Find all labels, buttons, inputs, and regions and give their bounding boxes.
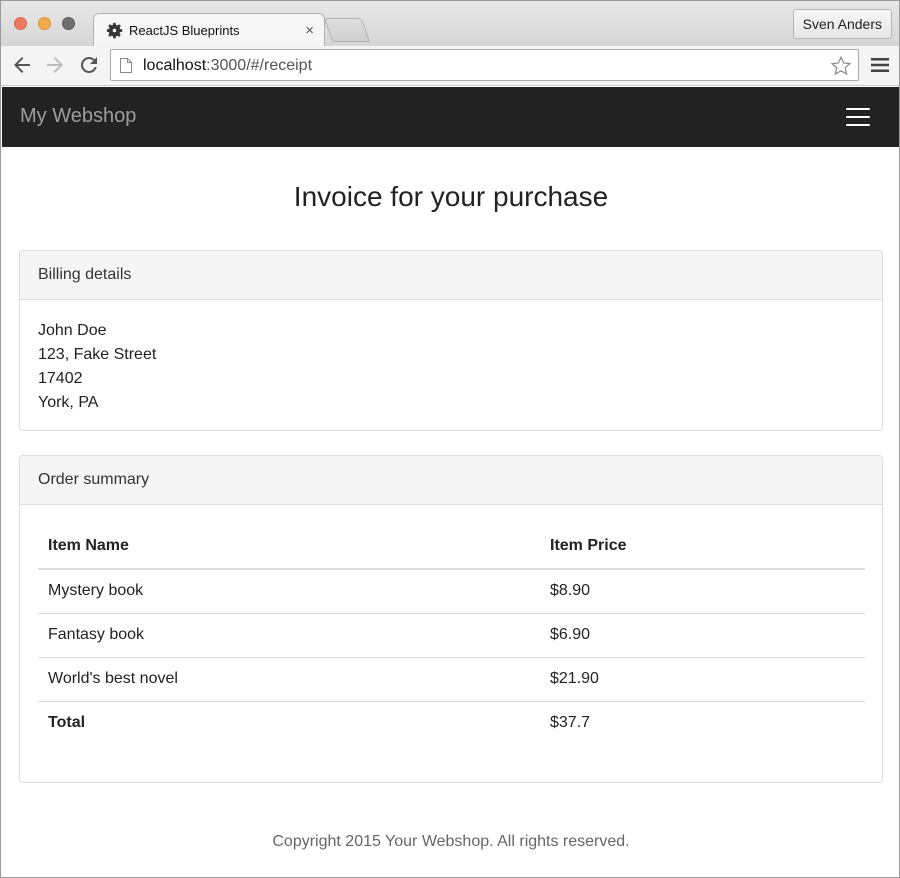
url-host: localhost (143, 57, 207, 74)
order-table: Item Name Item Price Mystery book $8.90 … (38, 524, 865, 745)
billing-street: 123, Fake Street (38, 346, 157, 363)
reload-icon (81, 56, 97, 73)
forward-arrow-icon (47, 57, 63, 73)
back-arrow-icon (14, 57, 30, 73)
forward-button[interactable] (43, 53, 67, 77)
table-header-row: Item Name Item Price (38, 524, 865, 570)
menu-icon[interactable] (870, 56, 890, 74)
page-footer: Copyright 2015 Your Webshop. All rights … (272, 833, 630, 850)
browser-tab[interactable]: ReactJS Blueprints × (93, 13, 325, 47)
zoom-window-button[interactable] (62, 17, 75, 30)
minimize-window-button[interactable] (38, 17, 51, 30)
table-row: World's best novel $21.90 (38, 656, 865, 701)
close-window-button[interactable] (14, 17, 27, 30)
order-summary-heading: Order summary (20, 456, 882, 505)
url-path: :3000/#/receipt (206, 57, 313, 74)
back-button[interactable] (10, 53, 34, 77)
billing-zip: 17402 (38, 370, 83, 387)
column-header-item-name: Item Name (38, 524, 540, 570)
hamburger-icon[interactable] (840, 104, 876, 132)
tab-close-icon[interactable]: × (305, 22, 314, 39)
new-tab-button[interactable] (323, 18, 371, 42)
tab-title: ReactJS Blueprints (129, 23, 240, 38)
url-text: localhost:3000/#/receipt (143, 57, 312, 75)
total-label: Total (38, 700, 540, 745)
site-brand[interactable]: My Webshop (20, 105, 136, 128)
item-price: $21.90 (540, 656, 865, 701)
star-icon[interactable] (830, 55, 852, 77)
browser-toolbar: localhost:3000/#/receipt (1, 46, 899, 86)
address-bar[interactable]: localhost:3000/#/receipt (110, 49, 859, 81)
item-price: $8.90 (550, 582, 591, 600)
item-price: $6.90 (540, 612, 865, 657)
reload-button[interactable] (77, 53, 101, 77)
site-navbar: My Webshop (2, 87, 899, 147)
page-icon (120, 58, 132, 73)
billing-city: York, PA (38, 394, 99, 411)
item-name: Mystery book (48, 582, 144, 600)
table-row: Fantasy book $6.90 (38, 612, 865, 657)
billing-heading: Billing details (20, 251, 882, 300)
item-name: Fantasy book (38, 612, 540, 657)
column-header-item-price: Item Price (540, 524, 865, 570)
billing-address: John Doe 123, Fake Street 17402 York, PA (20, 300, 882, 415)
gear-icon (106, 22, 123, 39)
billing-name: John Doe (38, 322, 107, 339)
item-name: World's best novel (38, 656, 540, 701)
page-title: Invoice for your purchase (293, 181, 609, 212)
profile-button[interactable]: Sven Anders (792, 9, 892, 39)
tab-strip: ReactJS Blueprints × Sven Anders (1, 1, 899, 47)
browser-window: ReactJS Blueprints × Sven Anders localho… (0, 0, 900, 878)
billing-panel: Billing details John Doe 123, Fake Stree… (19, 250, 883, 431)
order-summary-panel: Order summary Item Name Item Price Myste… (19, 455, 883, 783)
total-row: Total $37.7 (38, 700, 865, 745)
total-value: $37.7 (540, 700, 865, 745)
table-row: Mystery book $8.90 (38, 569, 865, 613)
